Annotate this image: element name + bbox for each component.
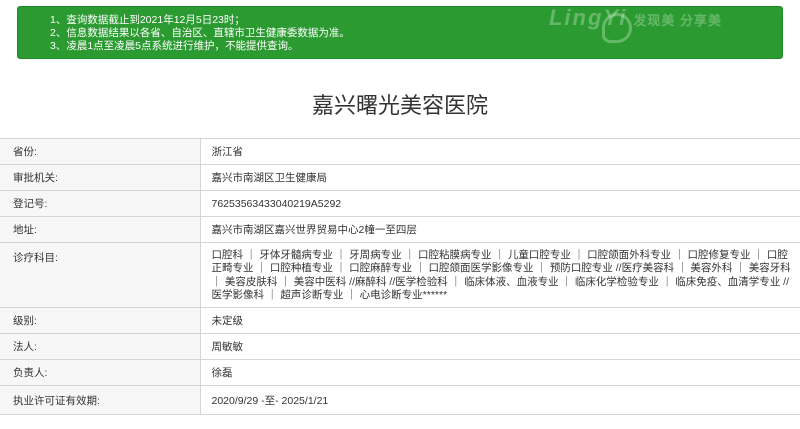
field-value-license-validity: 2020/9/29 -至- 2025/1/21 — [200, 385, 800, 415]
notice-line-2: 2、信息数据结果以各省、自治区、直辖市卫生健康委数据为准。 — [50, 27, 350, 39]
field-label-person-in-charge: 负责人: — [0, 359, 201, 386]
notice-banner: LingYi 发现美 分享美 1、查询数据截止到2021年12月5日23时； 2、… — [17, 6, 783, 59]
field-value-registration-no: 76253563433040219A5292 — [200, 190, 800, 217]
table-row: 负责人: 徐磊 — [0, 359, 800, 386]
notice-line-1: 1、查询数据截止到2021年12月5日23时； — [50, 14, 245, 26]
notice-line-3: 3、凌晨1点至凌晨5点系统进行维护，不能提供查询。 — [50, 40, 299, 52]
table-row: 地址: 嘉兴市南湖区嘉兴世界贸易中心2幢一至四层 — [0, 216, 800, 243]
hospital-info-table: 省份: 浙江省 审批机关: 嘉兴市南湖区卫生健康局 登记号: 762535634… — [0, 138, 800, 415]
field-value-address: 嘉兴市南湖区嘉兴世界贸易中心2幢一至四层 — [200, 216, 800, 243]
field-value-province: 浙江省 — [200, 138, 800, 165]
field-label-approval-authority: 审批机关: — [0, 164, 201, 191]
field-value-approval-authority: 嘉兴市南湖区卫生健康局 — [200, 164, 800, 191]
table-row: 诊疗科目: 口腔科 ｜ 牙体牙髓病专业 ｜ 牙周病专业 ｜ 口腔粘膜病专业 ｜ … — [0, 242, 800, 308]
table-row: 审批机关: 嘉兴市南湖区卫生健康局 — [0, 164, 800, 191]
field-label-license-validity: 执业许可证有效期: — [0, 385, 201, 415]
table-row: 级别: 未定级 — [0, 307, 800, 334]
field-value-legal-person: 周敏敏 — [200, 333, 800, 360]
field-value-person-in-charge: 徐磊 — [200, 359, 800, 386]
table-row: 法人: 周敏敏 — [0, 333, 800, 360]
field-value-departments: 口腔科 ｜ 牙体牙髓病专业 ｜ 牙周病专业 ｜ 口腔粘膜病专业 ｜ 儿童口腔专业… — [200, 242, 800, 308]
field-label-legal-person: 法人: — [0, 333, 201, 360]
table-row: 执业许可证有效期: 2020/9/29 -至- 2025/1/21 — [0, 385, 800, 415]
field-value-level: 未定级 — [200, 307, 800, 334]
table-row: 登记号: 76253563433040219A5292 — [0, 190, 800, 217]
field-label-address: 地址: — [0, 216, 201, 243]
field-label-departments: 诊疗科目: — [0, 242, 201, 308]
page-title: 嘉兴曙光美容医院 — [311, 93, 488, 118]
field-label-registration-no: 登记号: — [0, 190, 201, 217]
field-label-level: 级别: — [0, 307, 201, 334]
table-row: 省份: 浙江省 — [0, 138, 800, 165]
page: LingYi 发现美 分享美 1、查询数据截止到2021年12月5日23时； 2、… — [0, 0, 800, 429]
field-label-province: 省份: — [0, 138, 201, 165]
